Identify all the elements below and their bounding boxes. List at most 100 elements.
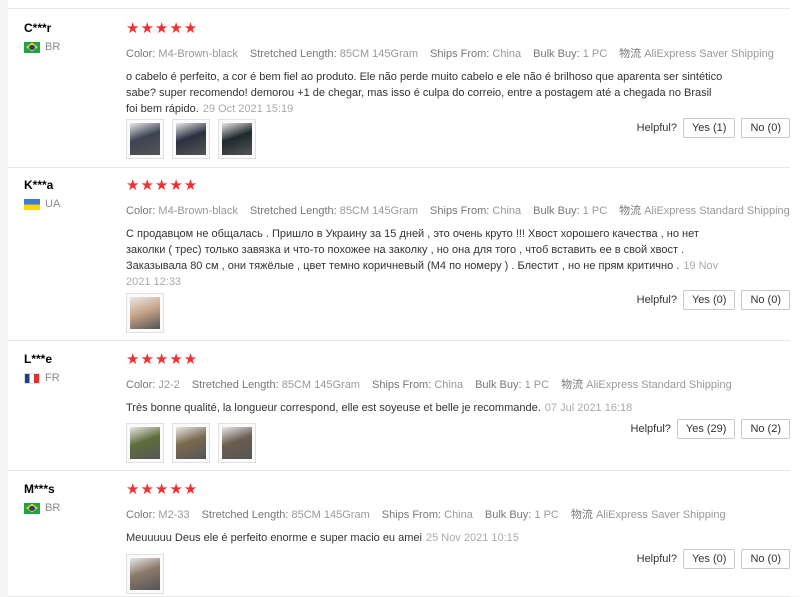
review-text-block: Meuuuuu Deus ele é perfeito enorme e sup…	[126, 530, 726, 546]
stretched-length-value: 85CM 145Gram	[339, 48, 419, 60]
review-text-block: Très bonne qualité, la longueur correspo…	[126, 400, 726, 416]
stretched-length-label: Stretched Length:	[191, 379, 279, 391]
star-rating: ★★★★★	[126, 351, 199, 368]
country-code: FR	[45, 372, 60, 384]
ships-from-label: Ships From:	[371, 379, 432, 391]
bulk-buy-label: Bulk Buy:	[475, 379, 522, 391]
helpful-yes-button[interactable]: Yes (1)	[682, 118, 736, 138]
review-item: M***s BR ★★★★★ Color: M2-33 Stretched Length…	[8, 470, 790, 597]
helpful-label: Helpful?	[636, 294, 677, 306]
ships-from-value: China	[492, 48, 522, 60]
review-photo-thumbnail[interactable]	[218, 423, 256, 463]
color-value: M4-Brown-black	[158, 205, 238, 217]
helpful-no-button[interactable]: No (2)	[741, 419, 790, 439]
shipping-method-value: AliExpress Standard Shipping	[586, 379, 732, 391]
stretched-length-value: 85CM 145Gram	[281, 379, 360, 391]
helpful-yes-button[interactable]: Yes (29)	[676, 419, 736, 439]
review-item: C***r BR ★★★★★ Color: M4-Brown-black Stretch…	[8, 8, 790, 168]
color-value: M4-Brown-black	[158, 48, 238, 60]
reviewer-country: BR	[24, 41, 114, 53]
review-photo-thumbnail[interactable]	[126, 554, 164, 594]
review-photo-thumbnail[interactable]	[172, 423, 210, 463]
review-photos	[126, 293, 164, 333]
review-body: ★★★★★ Color: M4-Brown-black Stretched Leng…	[126, 178, 790, 290]
reviewer-info: K***a UA	[24, 178, 114, 210]
logistics-label: 物流	[619, 205, 642, 217]
review-body: ★★★★★ Color: J2-2 Stretched Length: 85CM 1…	[126, 352, 776, 416]
stretched-length-value: 85CM 145Gram	[291, 509, 370, 521]
helpful-label: Helpful?	[636, 553, 677, 565]
review-text-block: o cabelo é perfeito, a cor é bem fiel ao…	[126, 69, 726, 117]
helpful-yes-button[interactable]: Yes (0)	[682, 290, 736, 310]
helpful-vote: Helpful? Yes (0) No (0)	[637, 290, 790, 310]
logistics-label: 物流	[619, 48, 642, 60]
review-photo-thumbnail[interactable]	[126, 119, 164, 159]
helpful-yes-button[interactable]: Yes (0)	[682, 549, 736, 569]
helpful-no-button[interactable]: No (0)	[741, 118, 790, 138]
helpful-vote: Helpful? Yes (0) No (0)	[637, 549, 790, 569]
shipping-method-value: AliExpress Standard Shipping	[644, 205, 790, 217]
color-label: Color:	[126, 509, 156, 521]
ships-from-label: Ships From:	[430, 48, 490, 60]
reviewer-country: UA	[24, 198, 114, 210]
review-item: K***a UA ★★★★★ Color: M4-Brown-black Stretch…	[8, 166, 790, 341]
review-photo-thumbnail[interactable]	[126, 423, 164, 463]
reviewer-info: C***r BR	[24, 21, 114, 53]
ships-from-label: Ships From:	[381, 509, 442, 521]
stretched-length-label: Stretched Length:	[249, 205, 337, 217]
color-label: Color:	[126, 205, 156, 217]
country-flag-icon	[24, 41, 40, 53]
review-item: L***e FR ★★★★★ Color: J2-2 Stretched Length:…	[8, 340, 790, 471]
review-photo-thumbnail[interactable]	[172, 119, 210, 159]
country-flag-icon	[24, 372, 40, 384]
helpful-no-button[interactable]: No (0)	[741, 549, 790, 569]
color-label: Color:	[126, 379, 156, 391]
reviewer-name: L***e	[24, 352, 53, 366]
reviews-panel: C***r BR ★★★★★ Color: M4-Brown-black Stretch…	[8, 0, 800, 597]
reviewer-name: M***s	[24, 482, 55, 496]
star-rating: ★★★★★	[126, 20, 199, 37]
country-code: BR	[45, 502, 61, 514]
sku-info: Color: J2-2 Stretched Length: 85CM 145Gra…	[126, 376, 776, 392]
reviewer-country: FR	[24, 372, 114, 384]
reviewer-country: BR	[24, 502, 114, 514]
bulk-buy-label: Bulk Buy:	[484, 509, 532, 521]
review-photo-thumbnail[interactable]	[218, 119, 256, 159]
helpful-no-button[interactable]: No (0)	[741, 290, 790, 310]
reviewer-name: K***a	[24, 178, 54, 192]
color-value: J2-2	[158, 379, 180, 391]
reviewer-name: C***r	[24, 21, 52, 35]
review-body: ★★★★★ Color: M2-33 Stretched Length: 85CM …	[126, 482, 776, 546]
bulk-buy-label: Bulk Buy:	[533, 48, 580, 60]
review-text: С продавцом не общалась . Пришло в Украи…	[126, 228, 699, 272]
shipping-method-value: AliExpress Saver Shipping	[595, 509, 726, 521]
review-photo-thumbnail[interactable]	[126, 293, 164, 333]
country-flag-icon	[24, 198, 40, 210]
reviewer-info: L***e FR	[24, 352, 114, 384]
ships-from-value: China	[492, 205, 522, 217]
color-label: Color:	[126, 48, 156, 60]
review-date: 29 Oct 2021 15:19	[202, 103, 294, 115]
sku-info: Color: M4-Brown-black Stretched Length: 8…	[126, 45, 776, 61]
reviewer-info: M***s BR	[24, 482, 114, 514]
review-text: Meuuuuu Deus ele é perfeito enorme e sup…	[126, 532, 422, 544]
stretched-length-value: 85CM 145Gram	[339, 205, 419, 217]
helpful-label: Helpful?	[636, 122, 677, 134]
review-text: Très bonne qualité, la longueur correspo…	[126, 402, 541, 414]
ships-from-value: China	[434, 379, 464, 391]
review-body: ★★★★★ Color: M4-Brown-black Stretched Leng…	[126, 21, 776, 117]
sku-info: Color: M2-33 Stretched Length: 85CM 145Gr…	[126, 506, 776, 522]
sku-info: Color: M4-Brown-black Stretched Length: 8…	[126, 202, 790, 218]
country-code: UA	[45, 198, 61, 210]
star-rating: ★★★★★	[126, 481, 199, 498]
logistics-label: 物流	[570, 509, 593, 521]
shipping-method-value: AliExpress Saver Shipping	[644, 48, 774, 60]
logistics-label: 物流	[561, 379, 584, 391]
country-flag-icon	[24, 502, 40, 514]
helpful-vote: Helpful? Yes (29) No (2)	[631, 419, 790, 439]
country-code: BR	[45, 41, 61, 53]
ships-from-value: China	[444, 509, 473, 521]
review-date: 07 Jul 2021 16:18	[544, 402, 633, 414]
review-photos	[126, 423, 256, 463]
review-date: 25 Nov 2021 10:15	[425, 532, 519, 544]
